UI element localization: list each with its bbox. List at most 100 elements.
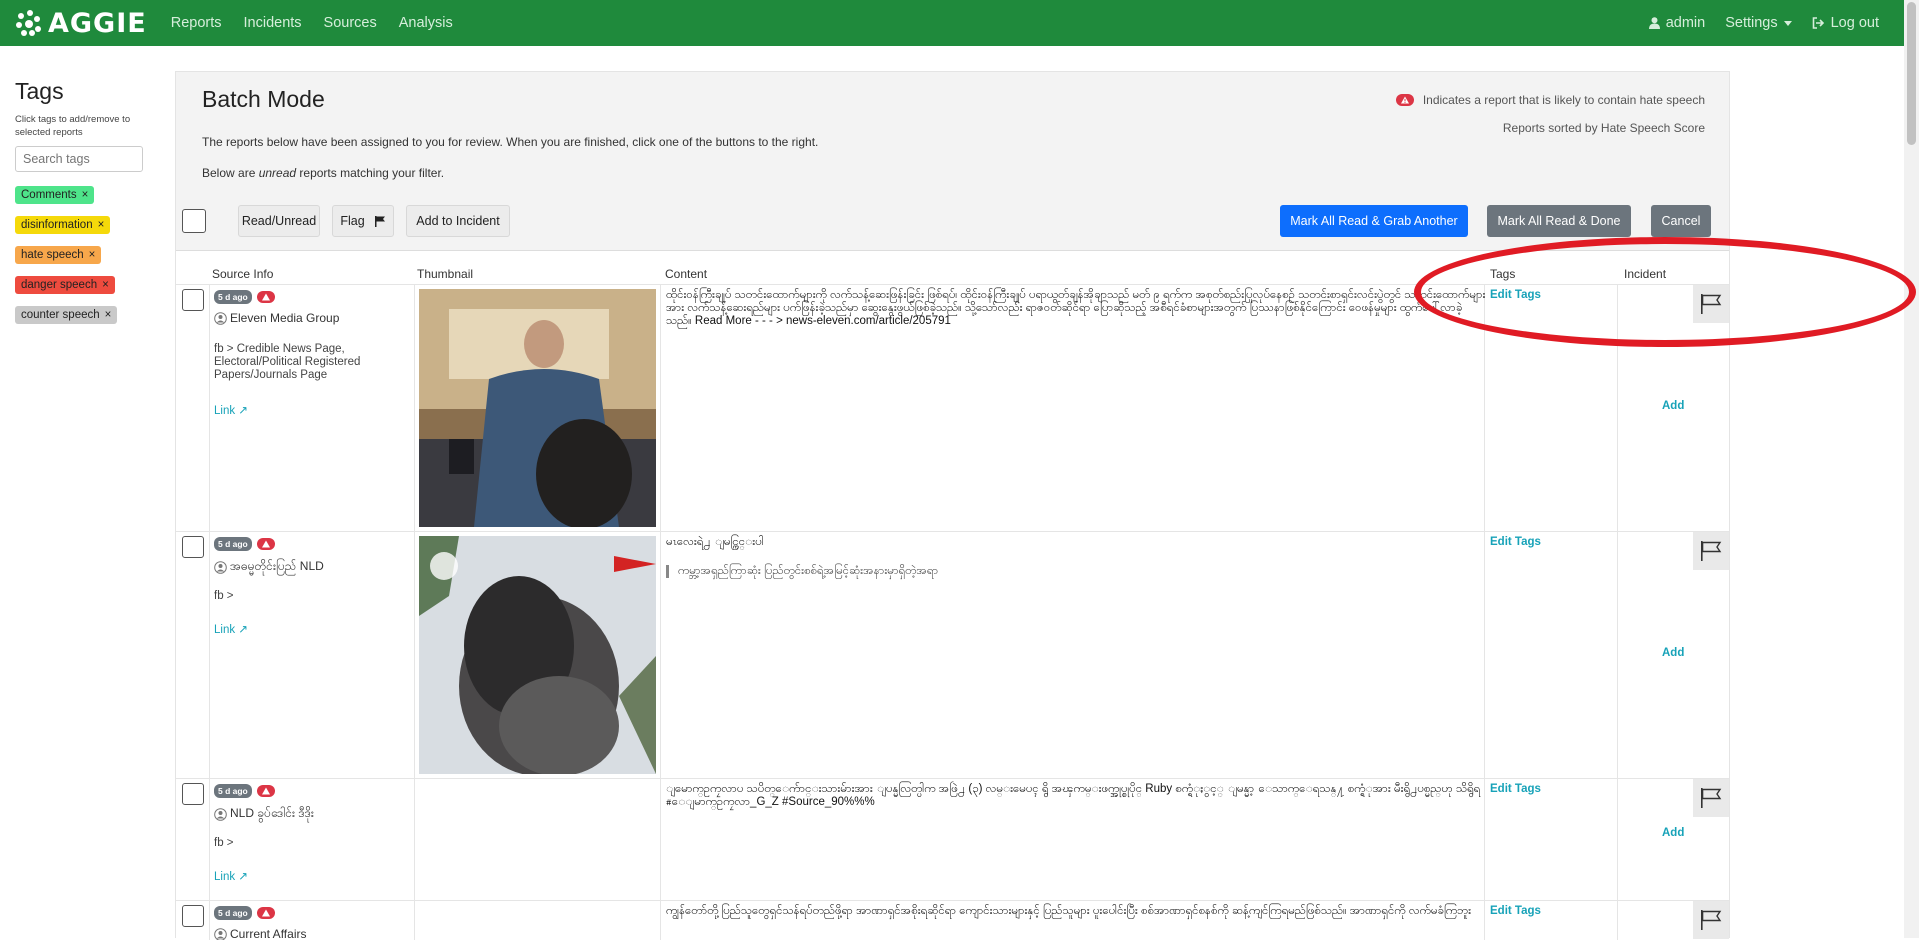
row-checkbox[interactable] bbox=[182, 783, 204, 805]
cancel-button[interactable]: Cancel bbox=[1651, 205, 1711, 237]
add-incident-link[interactable]: Add bbox=[1662, 827, 1684, 839]
row-checkbox[interactable] bbox=[182, 289, 204, 311]
nav-reports[interactable]: Reports bbox=[171, 15, 222, 31]
table-row: 5 d ago အဓမ္မတိုင်းပြည် NLD fb > Link ↗ bbox=[176, 531, 1729, 778]
scrollbar-thumb[interactable] bbox=[1907, 2, 1916, 145]
nav-incidents[interactable]: Incidents bbox=[244, 15, 302, 31]
remove-tag-icon[interactable]: × bbox=[89, 249, 96, 261]
remove-tag-icon[interactable]: × bbox=[102, 279, 109, 291]
sidebar-hint: Click tags to add/remove to selected rep… bbox=[15, 113, 140, 139]
source-link[interactable]: Link ↗ bbox=[214, 869, 248, 883]
reports-table: Source Info Thumbnail Content Tags Incid… bbox=[176, 250, 1729, 940]
tag-search-input[interactable] bbox=[15, 146, 143, 172]
report-content: ထိုင်းဝန်ကြီးချုပ် သတင်းထောက်များကို လက်… bbox=[666, 289, 1486, 328]
read-unread-button[interactable]: Read/Unread bbox=[238, 205, 320, 237]
remove-tag-icon[interactable]: × bbox=[82, 189, 89, 201]
content-quote: ကမ္ဘာ့အရှည်ကြာဆုံး ပြည်တွင်းစစ်ရဲ့အမြင့်… bbox=[666, 565, 1486, 578]
report-thumbnail[interactable] bbox=[419, 289, 656, 527]
nav-logout[interactable]: Log out bbox=[1812, 15, 1879, 31]
warning-icon bbox=[257, 291, 275, 303]
source-info: fb > bbox=[214, 590, 374, 603]
link-label: Link bbox=[214, 624, 235, 636]
highlight-annotation-ring bbox=[1414, 237, 1916, 347]
batch-mode-panel: Batch Mode The reports below have been a… bbox=[175, 71, 1730, 938]
warning-icon bbox=[1396, 94, 1414, 106]
user-icon bbox=[1649, 17, 1660, 29]
flag-report-button[interactable] bbox=[1693, 901, 1729, 939]
edit-tags-link[interactable]: Edit Tags bbox=[1490, 536, 1541, 548]
tag-label: Comments bbox=[21, 189, 77, 201]
source-info: fb > Credible News Page, Electoral/Polit… bbox=[214, 343, 374, 382]
report-age: 5 d ago bbox=[214, 290, 275, 304]
content-text: မၤလေးရဲ႕ ျမင္ကြင္းပါ bbox=[666, 536, 1486, 549]
author-name: အဓမ္မတိုင်းပြည် NLD bbox=[230, 558, 324, 576]
page-scrollbar[interactable] bbox=[1904, 0, 1919, 938]
report-age: 5 d ago bbox=[214, 784, 275, 798]
nav-settings-dropdown[interactable]: Settings bbox=[1725, 15, 1791, 31]
source-info: fb > bbox=[214, 837, 374, 850]
tag-disinformation[interactable]: disinformation × bbox=[15, 216, 110, 234]
source-link[interactable]: Link ↗ bbox=[214, 403, 248, 417]
flag-button[interactable]: Flag bbox=[332, 205, 394, 237]
remove-tag-icon[interactable]: × bbox=[105, 309, 112, 321]
logout-icon bbox=[1812, 17, 1825, 29]
flag-report-button[interactable] bbox=[1693, 779, 1729, 817]
filter-desc-prefix: Below are bbox=[202, 166, 259, 180]
user-circle-icon bbox=[214, 312, 227, 325]
author-name: Eleven Media Group bbox=[230, 311, 339, 325]
report-content: ျမောက္ဥကၠလာပ သပိတ္ေက်ာင္းသားမ်ားအား ျပန္… bbox=[666, 783, 1486, 809]
external-link-icon: ↗ bbox=[238, 405, 248, 417]
source-link[interactable]: Link ↗ bbox=[214, 622, 248, 636]
hate-speech-legend: Indicates a report that is likely to con… bbox=[1396, 93, 1705, 107]
edit-tags-link[interactable]: Edit Tags bbox=[1490, 905, 1541, 917]
add-to-incident-button[interactable]: Add to Incident bbox=[406, 205, 510, 237]
warning-icon bbox=[257, 907, 275, 919]
chevron-down-icon bbox=[1784, 21, 1792, 26]
tag-label: counter speech bbox=[21, 309, 100, 321]
external-link-icon: ↗ bbox=[238, 624, 248, 636]
filter-description: Below are unread reports matching your f… bbox=[202, 166, 444, 180]
report-content: ကျွန်တော်တို့ပြည်သူတွေရှင်သန်ရပ်တည်ဖို့ရ… bbox=[666, 905, 1486, 918]
batch-description: The reports below have been assigned to … bbox=[202, 135, 818, 149]
warning-icon bbox=[257, 538, 275, 550]
add-incident-link[interactable]: Add bbox=[1662, 647, 1684, 659]
link-label: Link bbox=[214, 871, 235, 883]
author-name: Current Affairs bbox=[230, 927, 306, 940]
edit-tags-link[interactable]: Edit Tags bbox=[1490, 783, 1541, 795]
row-checkbox[interactable] bbox=[182, 905, 204, 927]
table-row: 5 d ago NLD ခွပ်ဒေါင်း ဒီဒိုး fb > Link … bbox=[176, 778, 1729, 900]
nav-analysis[interactable]: Analysis bbox=[399, 15, 453, 31]
report-thumbnail[interactable] bbox=[419, 536, 656, 774]
brand-name: AGGIE bbox=[48, 8, 147, 39]
filter-desc-em: unread bbox=[259, 166, 296, 180]
remove-tag-icon[interactable]: × bbox=[98, 219, 105, 231]
flag-button-label: Flag bbox=[340, 214, 364, 228]
tag-hate-speech[interactable]: hate speech × bbox=[15, 246, 101, 264]
flag-report-button[interactable] bbox=[1693, 532, 1729, 570]
page-title: Batch Mode bbox=[202, 86, 325, 113]
press-conference-photo bbox=[419, 289, 656, 527]
tag-comments[interactable]: Comments × bbox=[15, 186, 94, 204]
nav-user[interactable]: admin bbox=[1649, 15, 1706, 31]
nav-sources[interactable]: Sources bbox=[324, 15, 377, 31]
sort-note: Reports sorted by Hate Speech Score bbox=[1503, 121, 1705, 135]
mark-all-read-done-button[interactable]: Mark All Read & Done bbox=[1487, 205, 1631, 237]
flag-outline-icon bbox=[1700, 541, 1722, 561]
external-link-icon: ↗ bbox=[238, 871, 248, 883]
report-content: မၤလေးရဲ႕ ျမင္ကြင္းပါ ကမ္ဘာ့အရှည်ကြာဆုံး … bbox=[666, 536, 1486, 578]
age-badge: 5 d ago bbox=[214, 906, 252, 920]
aggie-logo-icon bbox=[14, 10, 44, 36]
tag-danger-speech[interactable]: danger speech× bbox=[15, 276, 115, 294]
tag-label: disinformation bbox=[21, 219, 93, 231]
header-thumbnail: Thumbnail bbox=[417, 267, 473, 281]
tag-counter-speech[interactable]: counter speech × bbox=[15, 306, 117, 324]
brand[interactable]: AGGIE bbox=[14, 8, 147, 39]
legend-text: Indicates a report that is likely to con… bbox=[1423, 93, 1705, 107]
tag-label: hate speech bbox=[21, 249, 84, 261]
nav-logout-label: Log out bbox=[1831, 15, 1879, 31]
tags-sidebar: Tags Click tags to add/remove to selecte… bbox=[15, 78, 165, 335]
select-all-checkbox[interactable] bbox=[182, 209, 206, 233]
add-incident-link[interactable]: Add bbox=[1662, 400, 1684, 412]
mark-all-read-grab-another-button[interactable]: Mark All Read & Grab Another bbox=[1280, 205, 1468, 237]
row-checkbox[interactable] bbox=[182, 536, 204, 558]
